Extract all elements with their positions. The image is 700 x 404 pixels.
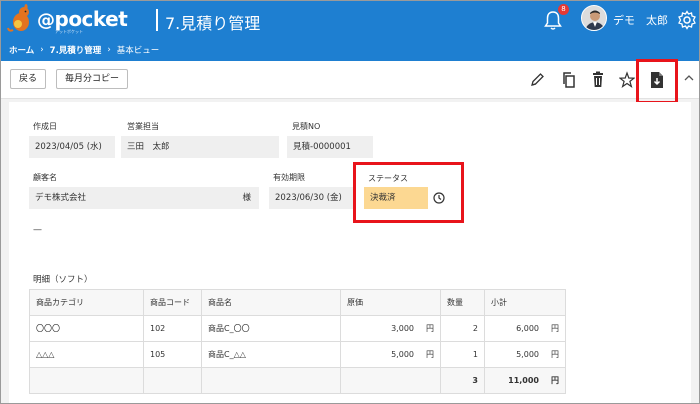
customer-value: デモ株式会社 xyxy=(35,193,87,203)
dash-text: — xyxy=(33,225,42,235)
page-title: 7.見積り管理 xyxy=(165,14,261,33)
chevron-up-glyph xyxy=(684,75,694,81)
cell-name: 商品C_△△ xyxy=(201,341,341,368)
breadcrumb-view: 基本ビュー xyxy=(116,46,160,56)
breadcrumb-separator: › xyxy=(107,45,111,55)
table-total-row: 3 11,000 円 xyxy=(29,367,566,394)
label-customer: 顧客名 xyxy=(33,173,57,182)
logo-word: pocket xyxy=(54,7,128,31)
highlight-box-pdf xyxy=(636,59,678,104)
cost-unit: 円 xyxy=(426,324,434,333)
subtotal-unit: 円 xyxy=(551,350,559,359)
subtotal-unit: 円 xyxy=(551,324,559,333)
star-icon[interactable] xyxy=(619,71,635,89)
total-empty-cell xyxy=(201,367,341,394)
total-empty-cell xyxy=(29,367,144,394)
logo-at: @ xyxy=(37,10,55,31)
breadcrumb: ホーム › 7.見積り管理 › 基本ビュー xyxy=(1,39,699,61)
breadcrumb-separator: › xyxy=(40,45,44,55)
avatar[interactable] xyxy=(581,5,607,31)
col-subtotal: 小計 xyxy=(484,289,566,316)
subtotal-value: 6,000 xyxy=(516,324,539,333)
chevron-up-icon[interactable] xyxy=(681,70,697,90)
app-frame: @pocket アットポケット 7.見積り管理 8 デモ 太郎 ホーム › 7.… xyxy=(0,0,700,404)
total-qty: 3 xyxy=(440,367,485,394)
trash-icon[interactable] xyxy=(590,71,606,89)
cell-code: 102 xyxy=(143,315,202,342)
cost-value: 5,000 xyxy=(391,350,414,359)
created-date-field: 2023/04/05 (水) xyxy=(29,136,115,158)
label-created-date: 作成日 xyxy=(33,122,57,131)
estimate-no-field: 見積-0000001 xyxy=(287,136,373,158)
total-empty-cell xyxy=(143,367,202,394)
total-subtotal: 11,000 円 xyxy=(484,367,566,394)
col-code: 商品コード xyxy=(143,289,202,316)
copy-icon[interactable] xyxy=(561,71,577,89)
cell-code: 105 xyxy=(143,341,202,368)
cell-category: △△△ xyxy=(29,341,144,368)
notification-badge: 8 xyxy=(558,4,569,15)
total-subtotal-unit: 円 xyxy=(551,376,559,385)
label-valid-until: 有効期限 xyxy=(273,173,305,182)
breadcrumb-estimate[interactable]: 7.見積り管理 xyxy=(50,44,102,56)
monthly-copy-button[interactable]: 毎月分コピー xyxy=(56,69,129,89)
total-empty-cell xyxy=(340,367,441,394)
cell-category: 〇〇〇 xyxy=(29,315,144,342)
subtotal-value: 5,000 xyxy=(516,350,539,359)
cost-value: 3,000 xyxy=(391,324,414,333)
toolbar: 戻る 毎月分コピー xyxy=(1,61,699,99)
total-subtotal-value: 11,000 xyxy=(508,376,539,385)
logo-subtitle: アットポケット xyxy=(55,29,83,34)
cell-qty: 1 xyxy=(440,341,485,368)
customer-suffix: 様 xyxy=(242,193,251,203)
cell-qty: 2 xyxy=(440,315,485,342)
valid-until-field: 2023/06/30 (金) xyxy=(269,187,355,209)
details-section-title: 明細（ソフト） xyxy=(33,275,93,285)
sales-rep-field: 三田 太郎 xyxy=(121,136,279,158)
cell-cost: 3,000 円 xyxy=(340,315,441,342)
table-row[interactable]: 〇〇〇 102 商品C_〇〇 3,000 円 2 6,000 円 xyxy=(29,315,566,342)
kangaroo-logo-icon xyxy=(7,4,29,32)
breadcrumb-home[interactable]: ホーム xyxy=(9,44,34,56)
label-sales-rep: 営業担当 xyxy=(127,122,159,131)
col-cost: 原価 xyxy=(340,289,441,316)
details-table: 商品カテゴリ 商品コード 商品名 原価 数量 小計 〇〇〇 102 商品C_〇〇… xyxy=(29,289,566,394)
cost-unit: 円 xyxy=(426,350,434,359)
back-button[interactable]: 戻る xyxy=(10,69,47,89)
app-header: @pocket アットポケット 7.見積り管理 8 デモ 太郎 xyxy=(1,1,699,39)
cell-subtotal: 5,000 円 xyxy=(484,341,566,368)
pencil-icon[interactable] xyxy=(529,71,545,89)
gear-icon[interactable] xyxy=(677,10,697,30)
cell-name: 商品C_〇〇 xyxy=(201,315,341,342)
table-row[interactable]: △△△ 105 商品C_△△ 5,000 円 1 5,000 円 xyxy=(29,341,566,368)
user-name[interactable]: デモ 太郎 xyxy=(613,12,668,28)
logo-wordmark: @pocket xyxy=(37,7,128,31)
col-qty: 数量 xyxy=(440,289,485,316)
col-name: 商品名 xyxy=(201,289,341,316)
avatar-person-icon xyxy=(582,6,606,30)
customer-field: デモ株式会社 様 xyxy=(29,187,259,209)
col-category: 商品カテゴリ xyxy=(29,289,144,316)
title-divider xyxy=(156,9,158,31)
cell-subtotal: 6,000 円 xyxy=(484,315,566,342)
table-header-row: 商品カテゴリ 商品コード 商品名 原価 数量 小計 xyxy=(29,289,566,316)
highlight-box-status xyxy=(353,162,464,223)
label-estimate-no: 見積NO xyxy=(292,122,321,131)
cell-cost: 5,000 円 xyxy=(340,341,441,368)
